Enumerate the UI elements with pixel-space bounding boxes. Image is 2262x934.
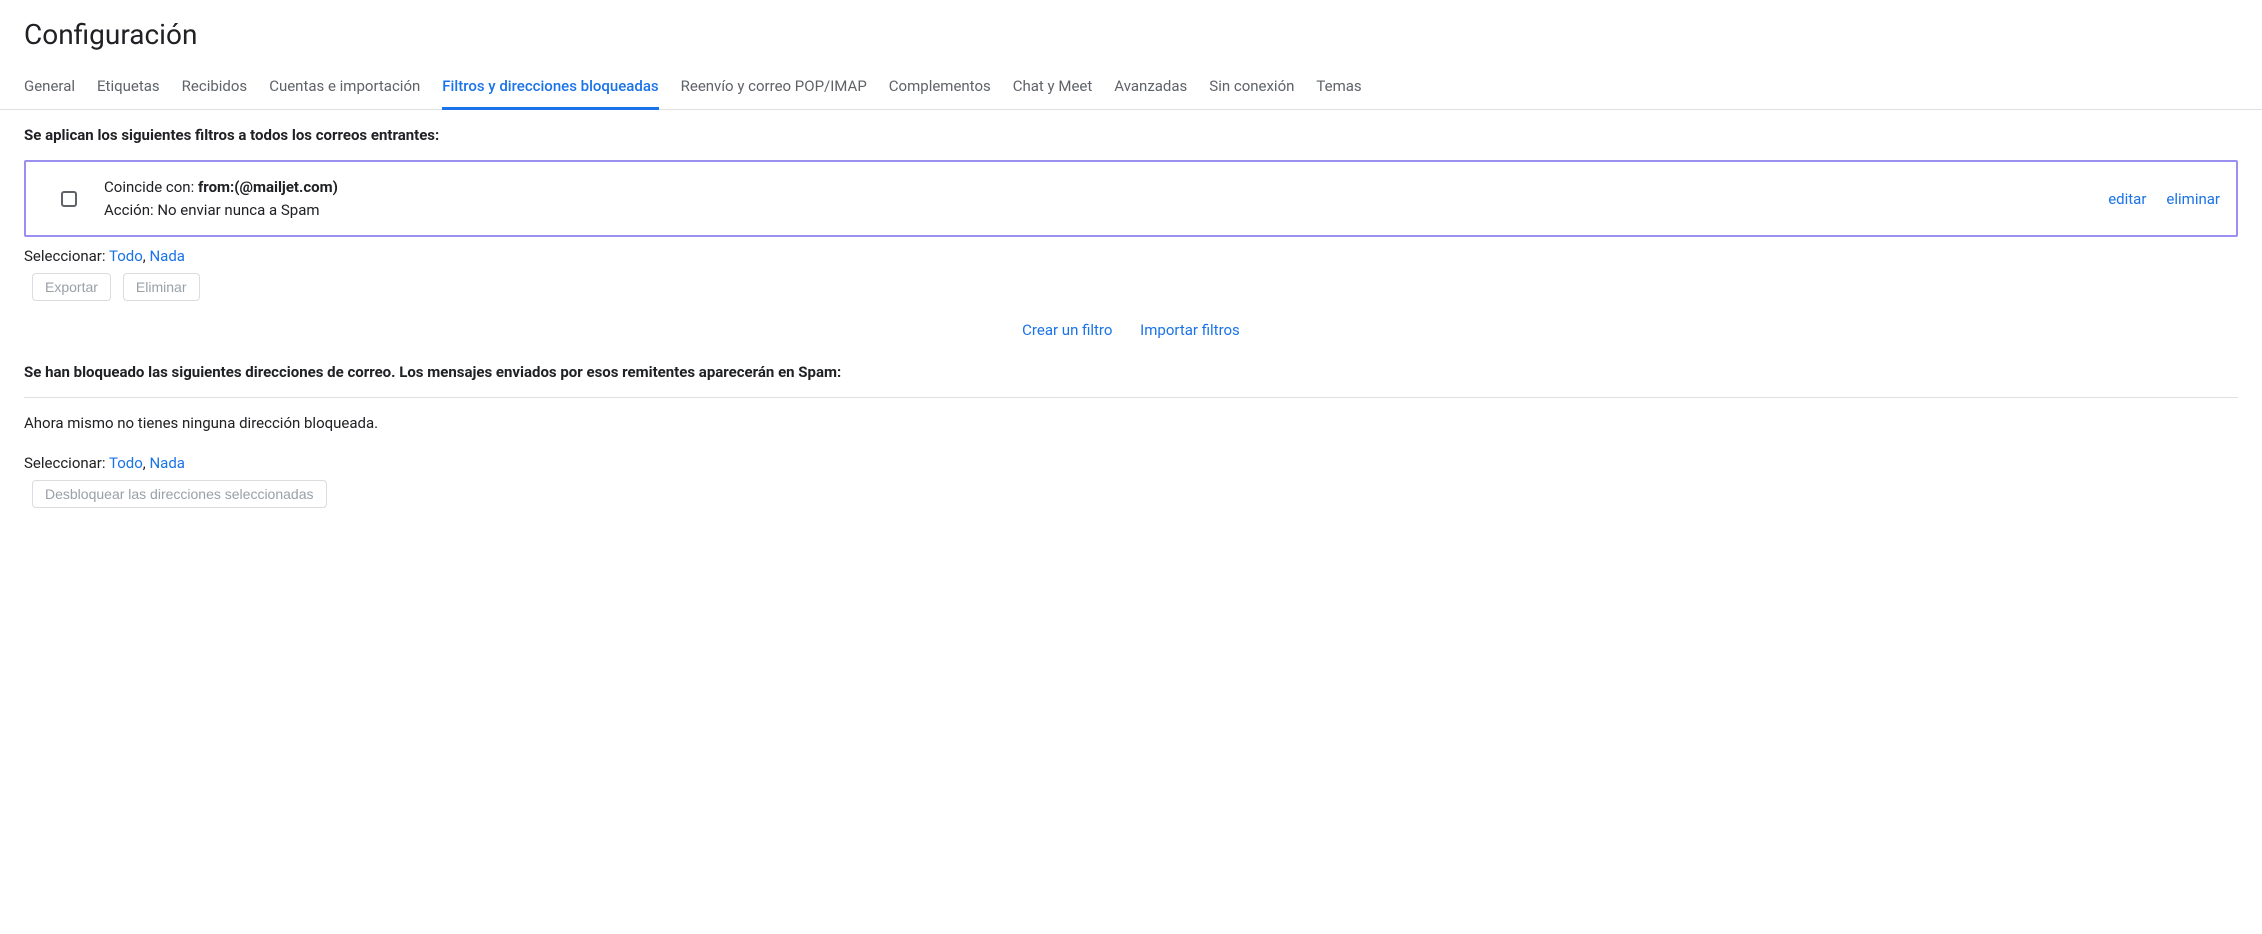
tab-general[interactable]: General <box>24 69 75 109</box>
filters-heading: Se aplican los siguientes filtros a todo… <box>24 126 2238 144</box>
filters-select-row: Seleccionar: Todo, Nada <box>24 247 2238 265</box>
delete-button[interactable]: Eliminar <box>123 273 200 301</box>
filter-delete-link[interactable]: eliminar <box>2166 190 2220 208</box>
filter-action-value: No enviar nunca a Spam <box>157 201 319 219</box>
page-title: Configuración <box>0 0 2262 59</box>
filter-description: Coincide con: from:(@mailjet.com) Acción… <box>104 176 2108 221</box>
blocked-select-row: Seleccionar: Todo, Nada <box>24 454 2238 472</box>
filter-match-label: Coincide con: <box>104 178 198 196</box>
import-filters-link[interactable]: Importar filtros <box>1140 321 1240 339</box>
blocked-select-label: Seleccionar: <box>24 454 109 472</box>
filter-checkbox[interactable] <box>61 191 77 207</box>
tab-inbox[interactable]: Recibidos <box>182 69 248 109</box>
blocked-select-none[interactable]: Nada <box>149 454 184 472</box>
settings-tabs: General Etiquetas Recibidos Cuentas e im… <box>0 59 2262 110</box>
tab-themes[interactable]: Temas <box>1316 69 1361 109</box>
tab-advanced[interactable]: Avanzadas <box>1114 69 1187 109</box>
tab-chat-meet[interactable]: Chat y Meet <box>1013 69 1093 109</box>
tab-offline[interactable]: Sin conexión <box>1209 69 1294 109</box>
filters-select-none[interactable]: Nada <box>149 247 184 265</box>
blocked-select-all[interactable]: Todo <box>109 454 143 472</box>
tab-filters[interactable]: Filtros y direcciones bloqueadas <box>442 69 658 110</box>
filters-select-all[interactable]: Todo <box>109 247 143 265</box>
filters-select-label: Seleccionar: <box>24 247 109 265</box>
filter-row: Coincide con: from:(@mailjet.com) Acción… <box>24 160 2238 237</box>
filter-match-value: from:(@mailjet.com) <box>198 178 338 196</box>
tab-addons[interactable]: Complementos <box>889 69 991 109</box>
filter-action-label: Acción: <box>104 201 157 219</box>
filter-edit-link[interactable]: editar <box>2108 190 2146 208</box>
tab-forwarding[interactable]: Reenvío y correo POP/IMAP <box>681 69 867 109</box>
tab-labels[interactable]: Etiquetas <box>97 69 160 109</box>
divider <box>24 397 2238 398</box>
tab-accounts[interactable]: Cuentas e importación <box>269 69 420 109</box>
unblock-button[interactable]: Desbloquear las direcciones seleccionada… <box>32 480 327 508</box>
create-filter-link[interactable]: Crear un filtro <box>1022 321 1112 339</box>
export-button[interactable]: Exportar <box>32 273 111 301</box>
blocked-heading: Se han bloqueado las siguientes direccio… <box>24 363 2238 381</box>
blocked-empty-text: Ahora mismo no tienes ninguna dirección … <box>24 414 2238 432</box>
